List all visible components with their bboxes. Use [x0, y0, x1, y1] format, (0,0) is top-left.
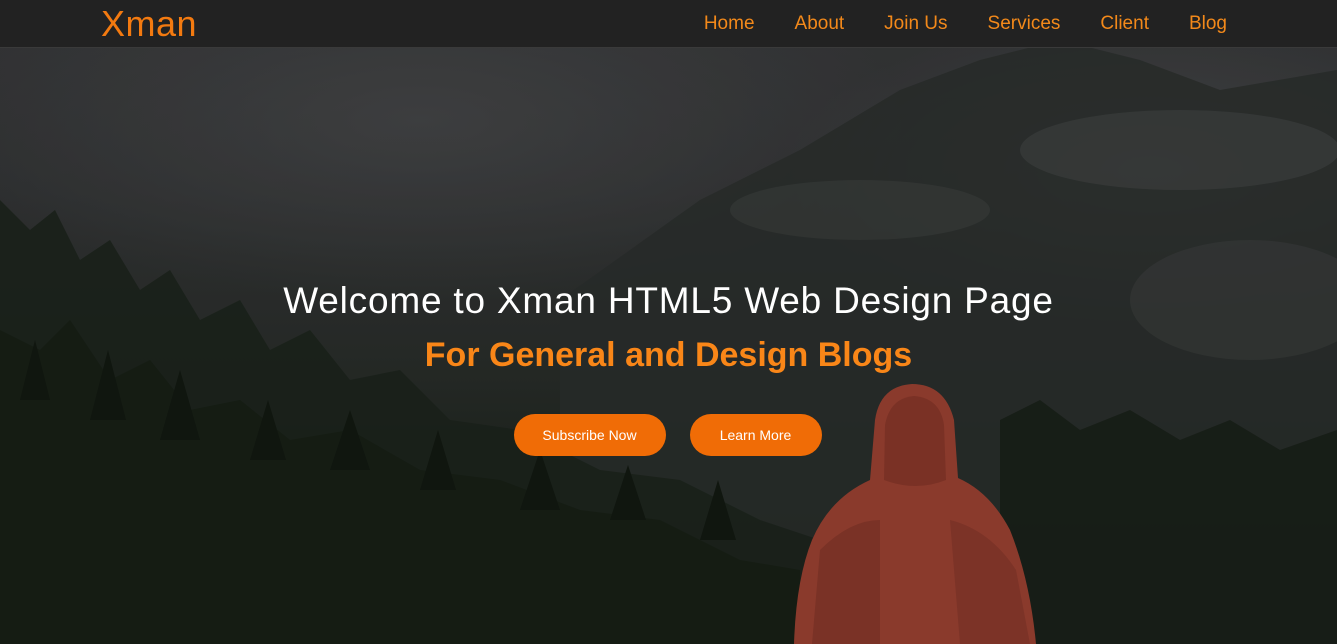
top-navbar: Xman Home About Join Us Services Client … [0, 0, 1337, 48]
nav-item-client: Client [1100, 13, 1149, 35]
landing-page: Xman Home About Join Us Services Client … [0, 0, 1337, 644]
hero-title: Welcome to Xman HTML5 Web Design Page [283, 280, 1054, 321]
nav-link-services[interactable]: Services [988, 13, 1061, 34]
nav-item-services: Services [988, 13, 1061, 35]
nav-menu: Home About Join Us Services Client Blog [704, 0, 1227, 48]
nav-link-home[interactable]: Home [704, 13, 755, 34]
cta-button-group: Subscribe Now Learn More [0, 414, 1337, 456]
hero-section: Welcome to Xman HTML5 Web Design Page Fo… [0, 276, 1337, 456]
nav-item-home: Home [704, 13, 755, 35]
nav-item-about: About [795, 13, 845, 35]
nav-item-join-us: Join Us [884, 13, 947, 35]
nav-link-about[interactable]: About [795, 13, 845, 34]
brand-logo[interactable]: Xman [101, 3, 197, 45]
nav-item-blog: Blog [1189, 13, 1227, 35]
nav-link-blog[interactable]: Blog [1189, 13, 1227, 34]
subscribe-now-button[interactable]: Subscribe Now [513, 414, 666, 456]
hero-subtitle: For General and Design Blogs [424, 336, 913, 374]
nav-link-join-us[interactable]: Join Us [884, 13, 947, 34]
learn-more-button[interactable]: Learn More [689, 414, 822, 456]
nav-link-client[interactable]: Client [1100, 13, 1149, 34]
